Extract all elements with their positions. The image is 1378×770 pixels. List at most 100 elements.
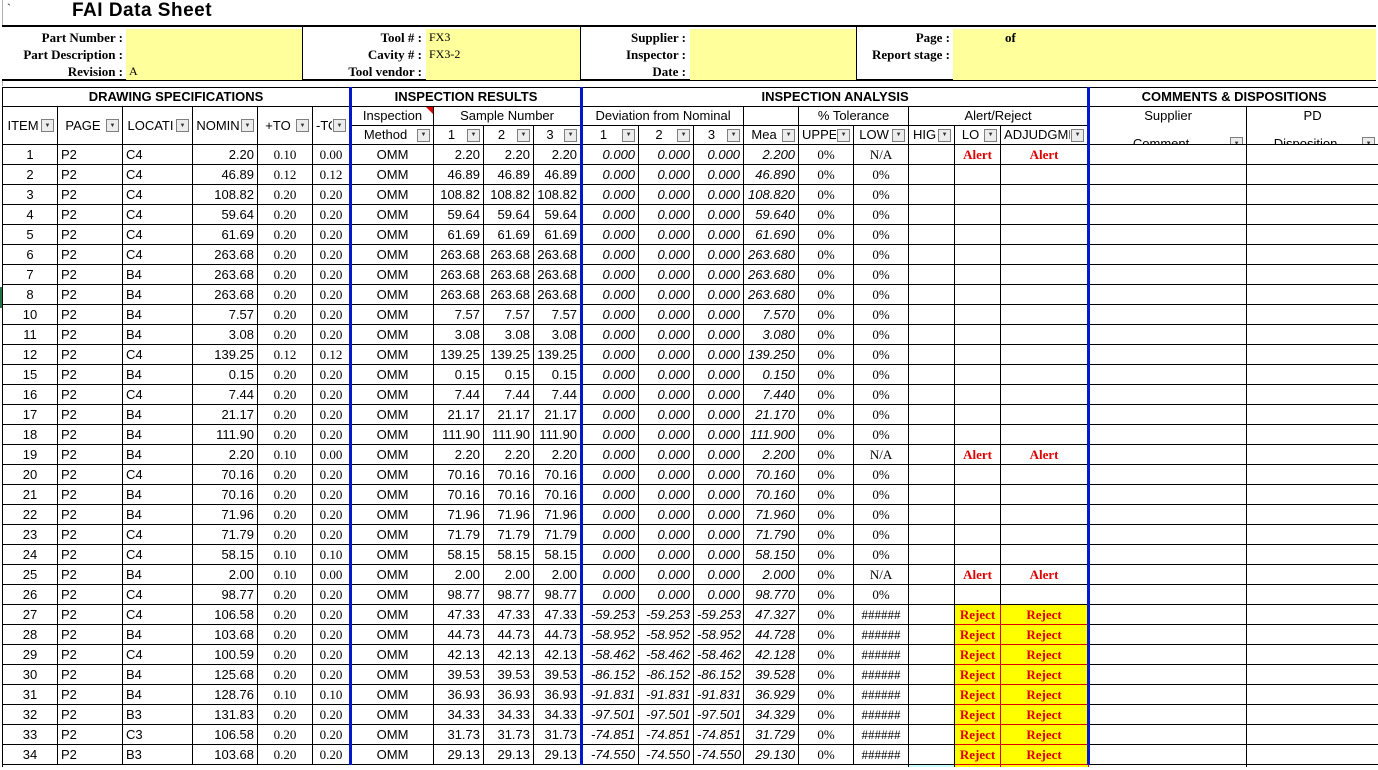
page-cell[interactable]: P2 <box>58 705 123 725</box>
minus-tol-cell[interactable]: 0.00 <box>313 445 351 465</box>
sample3-cell[interactable]: 0.15 <box>534 365 582 385</box>
alert-low-cell[interactable]: Alert <box>955 565 1001 585</box>
lower-tolerance-cell[interactable]: 0% <box>854 265 909 285</box>
alert-high-cell[interactable] <box>909 345 955 365</box>
minus-tol-cell[interactable]: 0.20 <box>313 185 351 205</box>
item-cell[interactable]: 31 <box>3 685 58 705</box>
adjudgment-cell[interactable] <box>1001 325 1089 345</box>
deviation3-cell[interactable]: 0.000 <box>694 365 744 385</box>
deviation2-cell[interactable]: 0.000 <box>639 565 694 585</box>
sample1-cell[interactable]: 58.15 <box>434 545 484 565</box>
upper-tolerance-cell[interactable]: 0% <box>799 505 854 525</box>
minus-tol-cell[interactable]: 0.20 <box>313 425 351 445</box>
method-cell[interactable]: OMM <box>351 325 434 345</box>
adjudgment-cell[interactable] <box>1001 265 1089 285</box>
plus-tol-cell[interactable]: 0.10 <box>258 145 313 165</box>
nominal-cell[interactable]: 2.20 <box>193 145 258 165</box>
alert-high-cell[interactable] <box>909 305 955 325</box>
pd-disposition-cell[interactable] <box>1247 405 1378 425</box>
method-cell[interactable]: OMM <box>351 405 434 425</box>
sample1-cell[interactable]: 71.79 <box>434 525 484 545</box>
deviation2-cell[interactable]: -74.550 <box>639 745 694 765</box>
sample2-cell[interactable]: 7.44 <box>484 385 534 405</box>
sample2-cell[interactable]: 70.16 <box>484 465 534 485</box>
alert-high-cell[interactable] <box>909 165 955 185</box>
plus-tol-cell[interactable]: 0.10 <box>258 445 313 465</box>
adjudgment-cell[interactable] <box>1001 305 1089 325</box>
minus-tol-cell[interactable]: 0.20 <box>313 725 351 745</box>
mean-cell[interactable]: 71.790 <box>744 525 799 545</box>
pd-disposition-cell[interactable] <box>1247 605 1378 625</box>
alert-high-cell[interactable] <box>909 665 955 685</box>
plus-tol-cell[interactable]: 0.20 <box>258 185 313 205</box>
deviation2-cell[interactable]: 0.000 <box>639 185 694 205</box>
adjudgment-cell[interactable]: Reject <box>1001 645 1089 665</box>
deviation1-cell[interactable]: 0.000 <box>582 445 639 465</box>
method-cell[interactable]: OMM <box>351 345 434 365</box>
alert-high-cell[interactable] <box>909 385 955 405</box>
minus-tol-cell[interactable]: 0.12 <box>313 165 351 185</box>
sample3-cell[interactable]: 29.13 <box>534 745 582 765</box>
sample3-cell[interactable]: 36.93 <box>534 685 582 705</box>
alert-high-cell[interactable] <box>909 365 955 385</box>
supplier-comment-cell[interactable] <box>1089 545 1247 565</box>
alert-high-cell[interactable] <box>909 205 955 225</box>
filter-icon[interactable] <box>622 129 635 142</box>
mean-cell[interactable]: 31.729 <box>744 725 799 745</box>
filter-icon[interactable] <box>296 119 309 132</box>
nominal-cell[interactable]: 7.44 <box>193 385 258 405</box>
pd-disposition-cell[interactable] <box>1247 645 1378 665</box>
alert-low-cell[interactable] <box>955 465 1001 485</box>
lower-tolerance-cell[interactable]: 0% <box>854 465 909 485</box>
minus-tol-cell[interactable]: 0.00 <box>313 565 351 585</box>
minus-tol-cell[interactable]: 0.20 <box>313 505 351 525</box>
alert-low-cell[interactable]: Reject <box>955 665 1001 685</box>
alert-high-cell[interactable] <box>909 225 955 245</box>
location-cell[interactable]: C3 <box>123 725 193 745</box>
alert-low-cell[interactable] <box>955 585 1001 605</box>
sample3-cell[interactable]: 46.89 <box>534 165 582 185</box>
mean-cell[interactable]: 111.900 <box>744 425 799 445</box>
item-cell[interactable]: 21 <box>3 485 58 505</box>
deviation1-cell[interactable]: 0.000 <box>582 345 639 365</box>
method-cell[interactable]: OMM <box>351 685 434 705</box>
deviation1-cell[interactable]: -58.462 <box>582 645 639 665</box>
adjudgment-cell[interactable]: Reject <box>1001 685 1089 705</box>
page-cell[interactable]: P2 <box>58 625 123 645</box>
deviation2-cell[interactable]: 0.000 <box>639 365 694 385</box>
page-cell[interactable]: P2 <box>58 445 123 465</box>
deviation2-cell[interactable]: 0.000 <box>639 205 694 225</box>
alert-high-cell[interactable] <box>909 605 955 625</box>
deviation3-cell[interactable]: 0.000 <box>694 345 744 365</box>
location-cell[interactable]: B4 <box>123 325 193 345</box>
minus-tol-cell[interactable]: 0.20 <box>313 405 351 425</box>
plus-tol-cell[interactable]: 0.20 <box>258 385 313 405</box>
sample2-cell[interactable]: 61.69 <box>484 225 534 245</box>
method-cell[interactable]: OMM <box>351 145 434 165</box>
deviation2-cell[interactable]: -74.851 <box>639 725 694 745</box>
mean-cell[interactable]: 7.570 <box>744 305 799 325</box>
pd-disposition-cell[interactable] <box>1247 565 1378 585</box>
page-cell[interactable]: P2 <box>58 305 123 325</box>
upper-tolerance-cell[interactable]: 0% <box>799 225 854 245</box>
upper-tolerance-cell[interactable]: 0% <box>799 145 854 165</box>
supplier-comment-cell[interactable] <box>1089 265 1247 285</box>
deviation3-cell[interactable]: -86.152 <box>694 665 744 685</box>
lower-tolerance-cell[interactable]: 0% <box>854 325 909 345</box>
mean-cell[interactable]: 7.440 <box>744 385 799 405</box>
page-cell[interactable]: P2 <box>58 505 123 525</box>
deviation3-cell[interactable]: 0.000 <box>694 465 744 485</box>
deviation2-cell[interactable]: -86.152 <box>639 665 694 685</box>
deviation3-cell[interactable]: 0.000 <box>694 385 744 405</box>
lower-tolerance-cell[interactable]: 0% <box>854 205 909 225</box>
deviation1-cell[interactable]: 0.000 <box>582 245 639 265</box>
upper-tolerance-cell[interactable]: 0% <box>799 245 854 265</box>
sample1-cell[interactable]: 2.00 <box>434 565 484 585</box>
alert-high-cell[interactable] <box>909 505 955 525</box>
sample2-cell[interactable]: 71.79 <box>484 525 534 545</box>
location-cell[interactable]: C4 <box>123 545 193 565</box>
method-cell[interactable]: OMM <box>351 665 434 685</box>
location-cell[interactable]: B4 <box>123 405 193 425</box>
plus-tol-cell[interactable]: 0.12 <box>258 165 313 185</box>
lower-tolerance-cell[interactable]: 0% <box>854 185 909 205</box>
